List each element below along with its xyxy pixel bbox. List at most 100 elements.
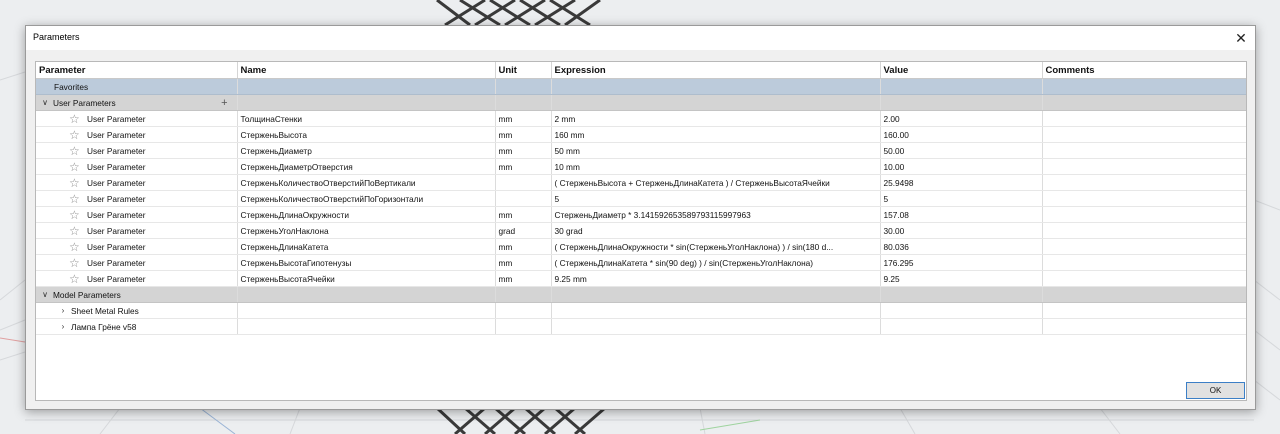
table-row[interactable]: ☆ User Parameter СтерженьДиаметрОтверстия m… xyxy=(36,158,1246,175)
parameter-expression[interactable]: 9.25 mm xyxy=(551,270,881,287)
parameter-name[interactable]: СтерженьКоличествоОтверстийПоГоризонтали xyxy=(237,190,496,207)
parameter-value[interactable]: 25.9498 xyxy=(880,174,1043,191)
parameter-value[interactable]: 5 xyxy=(880,190,1043,207)
parameter-value[interactable]: 176.295 xyxy=(880,254,1043,271)
parameter-value[interactable]: 10.00 xyxy=(880,158,1043,175)
column-header-parameter[interactable]: Parameter xyxy=(36,62,238,79)
parameter-value[interactable]: 160.00 xyxy=(880,126,1043,143)
parameter-comment[interactable] xyxy=(1042,174,1246,191)
parameter-value[interactable]: 157.08 xyxy=(880,206,1043,223)
parameter-unit[interactable] xyxy=(495,190,552,207)
favorite-star-icon[interactable]: ☆ xyxy=(69,209,84,221)
parameter-name[interactable]: СтерженьКоличествоОтверстийПоВертикали xyxy=(237,174,496,191)
parameter-name[interactable]: СтерженьВысотаГипотенузы xyxy=(237,254,496,271)
parameter-unit[interactable]: mm xyxy=(495,206,552,223)
favorite-star-icon[interactable]: ☆ xyxy=(69,273,84,285)
table-row[interactable]: ☆ User Parameter СтерженьДиаметр mm 50 mm 50.… xyxy=(36,142,1246,159)
parameter-expression[interactable]: СтерженьДиаметр * 3.14159265358979311599… xyxy=(551,206,881,223)
favorite-star-icon[interactable]: ☆ xyxy=(69,113,84,125)
column-header-comments[interactable]: Comments xyxy=(1042,62,1246,79)
parameter-name[interactable]: СтерженьДиаметр xyxy=(237,142,496,159)
favorite-star-icon[interactable]: ☆ xyxy=(69,193,84,205)
parameter-comment[interactable] xyxy=(1042,158,1246,175)
parameter-value[interactable]: 50.00 xyxy=(880,142,1043,159)
parameter-name[interactable]: СтерженьВысота xyxy=(237,126,496,143)
table-row[interactable]: ☆ User Parameter СтерженьВысота mm 160 mm 160… xyxy=(36,126,1246,143)
parameter-name[interactable]: СтерженьДиаметрОтверстия xyxy=(237,158,496,175)
parameter-type: User Parameter xyxy=(87,225,146,236)
parameter-comment[interactable] xyxy=(1042,190,1246,207)
add-parameter-icon[interactable]: + xyxy=(221,97,233,109)
column-header-name[interactable]: Name xyxy=(237,62,496,79)
favorite-star-icon[interactable]: ☆ xyxy=(69,145,84,157)
parameter-value[interactable]: 2.00 xyxy=(880,110,1043,127)
favorite-star-icon[interactable]: ☆ xyxy=(69,241,84,253)
column-header-expression[interactable]: Expression xyxy=(551,62,881,79)
favorite-star-icon[interactable]: ☆ xyxy=(69,129,84,141)
close-icon[interactable]: ✕ xyxy=(1231,28,1251,48)
ok-button[interactable]: OK xyxy=(1186,382,1245,399)
parameter-unit[interactable]: mm xyxy=(495,158,552,175)
parameter-expression[interactable]: ( СтерженьДлинаОкружности * sin(Стержень… xyxy=(551,238,881,255)
table-row[interactable]: ☆ User Parameter СтерженьДлинаКатета mm( Ст… xyxy=(36,238,1246,255)
parameter-unit[interactable]: mm xyxy=(495,270,552,287)
chevron-right-icon[interactable]: › xyxy=(57,322,69,331)
column-header-unit[interactable]: Unit xyxy=(495,62,552,79)
favorite-star-icon[interactable]: ☆ xyxy=(69,257,84,269)
parameter-expression[interactable]: 50 mm xyxy=(551,142,881,159)
parameter-name[interactable]: СтерженьДлинаКатета xyxy=(237,238,496,255)
table-row[interactable]: ☆ User Parameter СтерженьВысотаГипотенузы m… xyxy=(36,254,1246,271)
parameter-comment[interactable] xyxy=(1042,238,1246,255)
parameter-unit[interactable]: mm xyxy=(495,238,552,255)
table-row[interactable]: ☆ User Parameter СтерженьКоличествоОтверст… xyxy=(36,174,1246,191)
parameter-value[interactable]: 9.25 xyxy=(880,270,1043,287)
table-row[interactable]: ☆ User Parameter СтерженьУголНаклона grad 30… xyxy=(36,222,1246,239)
parameter-name[interactable]: ТолщинаСтенки xyxy=(237,110,496,127)
parameter-expression[interactable]: ( СтерженьДлинаКатета * sin(90 deg) ) / … xyxy=(551,254,881,271)
parameter-name[interactable]: СтерженьВысотаЯчейки xyxy=(237,270,496,287)
favorite-star-icon[interactable]: ☆ xyxy=(69,177,84,189)
parameter-expression[interactable]: ( СтерженьВысота + СтерженьДлинаКатета )… xyxy=(551,174,881,191)
parameter-name[interactable]: СтерженьУголНаклона xyxy=(237,222,496,239)
column-header-value[interactable]: Value xyxy=(880,62,1043,79)
table-row[interactable]: ☆ User Parameter ТолщинаСтенки mm 2 mm 2.00 xyxy=(36,110,1246,127)
parameter-comment[interactable] xyxy=(1042,254,1246,271)
parameter-comment[interactable] xyxy=(1042,110,1246,127)
user-parameters-group-row[interactable]: ∨ User Parameters + xyxy=(36,94,1246,111)
parameter-type: User Parameter xyxy=(87,273,146,284)
parameter-unit[interactable]: mm xyxy=(495,142,552,159)
model-parameters-label: Model Parameters xyxy=(53,289,121,300)
parameter-value[interactable]: 30.00 xyxy=(880,222,1043,239)
parameter-unit[interactable]: mm xyxy=(495,126,552,143)
parameter-name[interactable]: СтерженьДлинаОкружности xyxy=(237,206,496,223)
favorite-star-icon[interactable]: ☆ xyxy=(69,225,84,237)
parameter-unit[interactable] xyxy=(495,174,552,191)
parameter-expression[interactable]: 10 mm xyxy=(551,158,881,175)
model-parameters-group-row[interactable]: ∨ Model Parameters xyxy=(36,286,1246,303)
parameter-type: User Parameter xyxy=(87,161,146,172)
parameter-expression[interactable]: 5 xyxy=(551,190,881,207)
model-parameter-label: Лампа Грёне v58 xyxy=(71,321,137,332)
parameter-unit[interactable]: mm xyxy=(495,110,552,127)
parameter-comment[interactable] xyxy=(1042,270,1246,287)
parameter-unit[interactable]: grad xyxy=(495,222,552,239)
parameter-comment[interactable] xyxy=(1042,222,1246,239)
model-parameter-row[interactable]: › Sheet Metal Rules xyxy=(36,302,1246,319)
favorite-star-icon[interactable]: ☆ xyxy=(69,161,84,173)
model-parameter-row[interactable]: › Лампа Грёне v58 xyxy=(36,318,1246,335)
parameter-expression[interactable]: 30 grad xyxy=(551,222,881,239)
chevron-right-icon[interactable]: › xyxy=(57,306,69,315)
table-row[interactable]: ☆ User Parameter СтерженьВысотаЯчейки mm 9.2… xyxy=(36,270,1246,287)
favorites-row[interactable]: Favorites xyxy=(36,78,1246,95)
chevron-down-icon[interactable]: ∨ xyxy=(39,290,51,299)
parameter-unit[interactable]: mm xyxy=(495,254,552,271)
parameter-expression[interactable]: 160 mm xyxy=(551,126,881,143)
table-row[interactable]: ☆ User Parameter СтерженьДлинаОкружности mm… xyxy=(36,206,1246,223)
parameter-value[interactable]: 80.036 xyxy=(880,238,1043,255)
parameter-expression[interactable]: 2 mm xyxy=(551,110,881,127)
table-row[interactable]: ☆ User Parameter СтерженьКоличествоОтверст… xyxy=(36,190,1246,207)
parameter-comment[interactable] xyxy=(1042,142,1246,159)
chevron-down-icon[interactable]: ∨ xyxy=(39,98,51,107)
parameter-comment[interactable] xyxy=(1042,206,1246,223)
parameter-comment[interactable] xyxy=(1042,126,1246,143)
